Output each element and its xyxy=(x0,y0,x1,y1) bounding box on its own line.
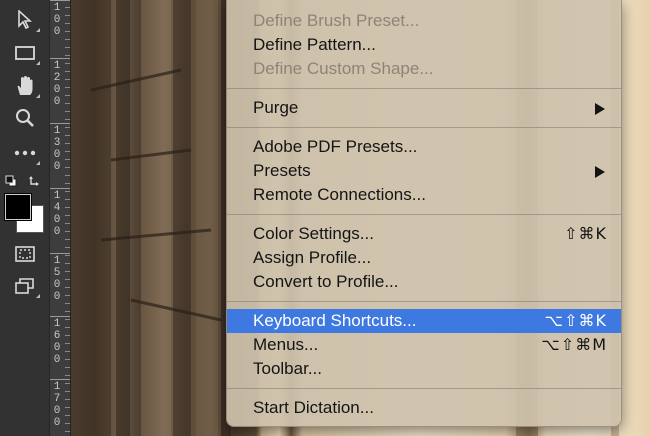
ruler-major-tick xyxy=(50,379,70,380)
menu-item-label: Color Settings... xyxy=(253,224,374,243)
default-colors-icon[interactable] xyxy=(5,174,17,187)
ruler-major-tick xyxy=(50,253,70,254)
menu-item-label: Keyboard Shortcuts... xyxy=(253,311,417,330)
menu-item-presets[interactable]: Presets xyxy=(227,159,621,183)
ruler-label: 100 xyxy=(53,2,61,38)
menu-item-label: Define Brush Preset... xyxy=(253,11,420,30)
menu-item-label: Remote Connections... xyxy=(253,185,426,204)
zoom-tool-icon[interactable] xyxy=(10,104,40,132)
menu-item-label: Menus... xyxy=(253,335,319,354)
ruler-label: 1400 xyxy=(53,190,61,238)
foreground-color-swatch[interactable] xyxy=(4,193,32,221)
menu-separator xyxy=(227,301,621,302)
menu-item-define-brush-preset: Define Brush Preset... xyxy=(227,9,621,33)
rectangular-marquee-tool-icon[interactable] xyxy=(10,39,40,67)
menu-item-assign-profile[interactable]: Assign Profile... xyxy=(227,246,621,270)
submenu-arrow-icon xyxy=(595,166,605,178)
menu-item-start-dictation[interactable]: Start Dictation... xyxy=(227,396,621,420)
ruler-major-tick xyxy=(50,123,70,124)
menu-item-label: Convert to Profile... xyxy=(253,272,399,291)
menu-item-define-custom-shape: Define Custom Shape... xyxy=(227,57,621,81)
menu-item-label: Purge xyxy=(253,98,299,117)
menu-item-define-pattern[interactable]: Define Pattern... xyxy=(227,33,621,57)
menu-separator xyxy=(227,127,621,128)
menu-separator xyxy=(227,214,621,215)
submenu-arrow-icon xyxy=(595,103,605,115)
menu-item-menus[interactable]: Menus... ⌥⇧⌘M xyxy=(227,333,621,357)
menu-item-label: Define Pattern... xyxy=(253,35,376,54)
move-tool-icon[interactable] xyxy=(10,6,40,34)
quick-mask-icon[interactable] xyxy=(10,240,40,268)
menu-item-label: Assign Profile... xyxy=(253,248,372,267)
menu-item-keyboard-shortcuts[interactable]: Keyboard Shortcuts... ⌥⇧⌘K xyxy=(227,309,621,333)
ruler-major-tick xyxy=(50,188,70,189)
vertical-ruler: 100 1200 1300 1400 1500 1600 1700 xyxy=(50,0,71,436)
menu-item-shortcut: ⌥⇧⌘K xyxy=(544,311,607,330)
edit-menu-dropdown: Define Brush Preset... Define Pattern...… xyxy=(226,0,622,427)
menu-item-remote-connections[interactable]: Remote Connections... xyxy=(227,183,621,207)
ruler-major-tick xyxy=(50,0,70,1)
ruler-label: 1600 xyxy=(53,318,61,366)
menu-item-label: Toolbar... xyxy=(253,359,322,378)
menu-item-adobe-pdf-presets[interactable]: Adobe PDF Presets... xyxy=(227,135,621,159)
menu-item-label: Define Custom Shape... xyxy=(253,59,434,78)
menu-item-convert-to-profile[interactable]: Convert to Profile... xyxy=(227,270,621,294)
menu-item-label: Start Dictation... xyxy=(253,398,374,417)
menu-item-shortcut: ⇧⌘K xyxy=(564,224,607,243)
ruler-label: 1300 xyxy=(53,125,61,173)
tools-panel xyxy=(0,0,50,436)
screen-mode-icon[interactable] xyxy=(10,272,40,300)
menu-item-shortcut: ⌥⇧⌘M xyxy=(541,335,607,354)
menu-item-color-settings[interactable]: Color Settings... ⇧⌘K xyxy=(227,222,621,246)
menu-item-label: Presets xyxy=(253,161,311,180)
ruler-major-tick xyxy=(50,58,70,59)
ruler-label: 1200 xyxy=(53,60,61,108)
hand-tool-icon[interactable] xyxy=(10,72,40,100)
ruler-label: 1700 xyxy=(53,381,61,429)
swap-colors-icon[interactable] xyxy=(29,173,42,186)
menu-separator xyxy=(227,388,621,389)
ruler-label: 1500 xyxy=(53,255,61,303)
menu-item-toolbar[interactable]: Toolbar... xyxy=(227,357,621,381)
more-tools-icon[interactable] xyxy=(10,139,40,167)
menu-item-label: Adobe PDF Presets... xyxy=(253,137,418,156)
menu-item-purge[interactable]: Purge xyxy=(227,96,621,120)
ruler-major-tick xyxy=(50,316,70,317)
menu-separator xyxy=(227,88,621,89)
